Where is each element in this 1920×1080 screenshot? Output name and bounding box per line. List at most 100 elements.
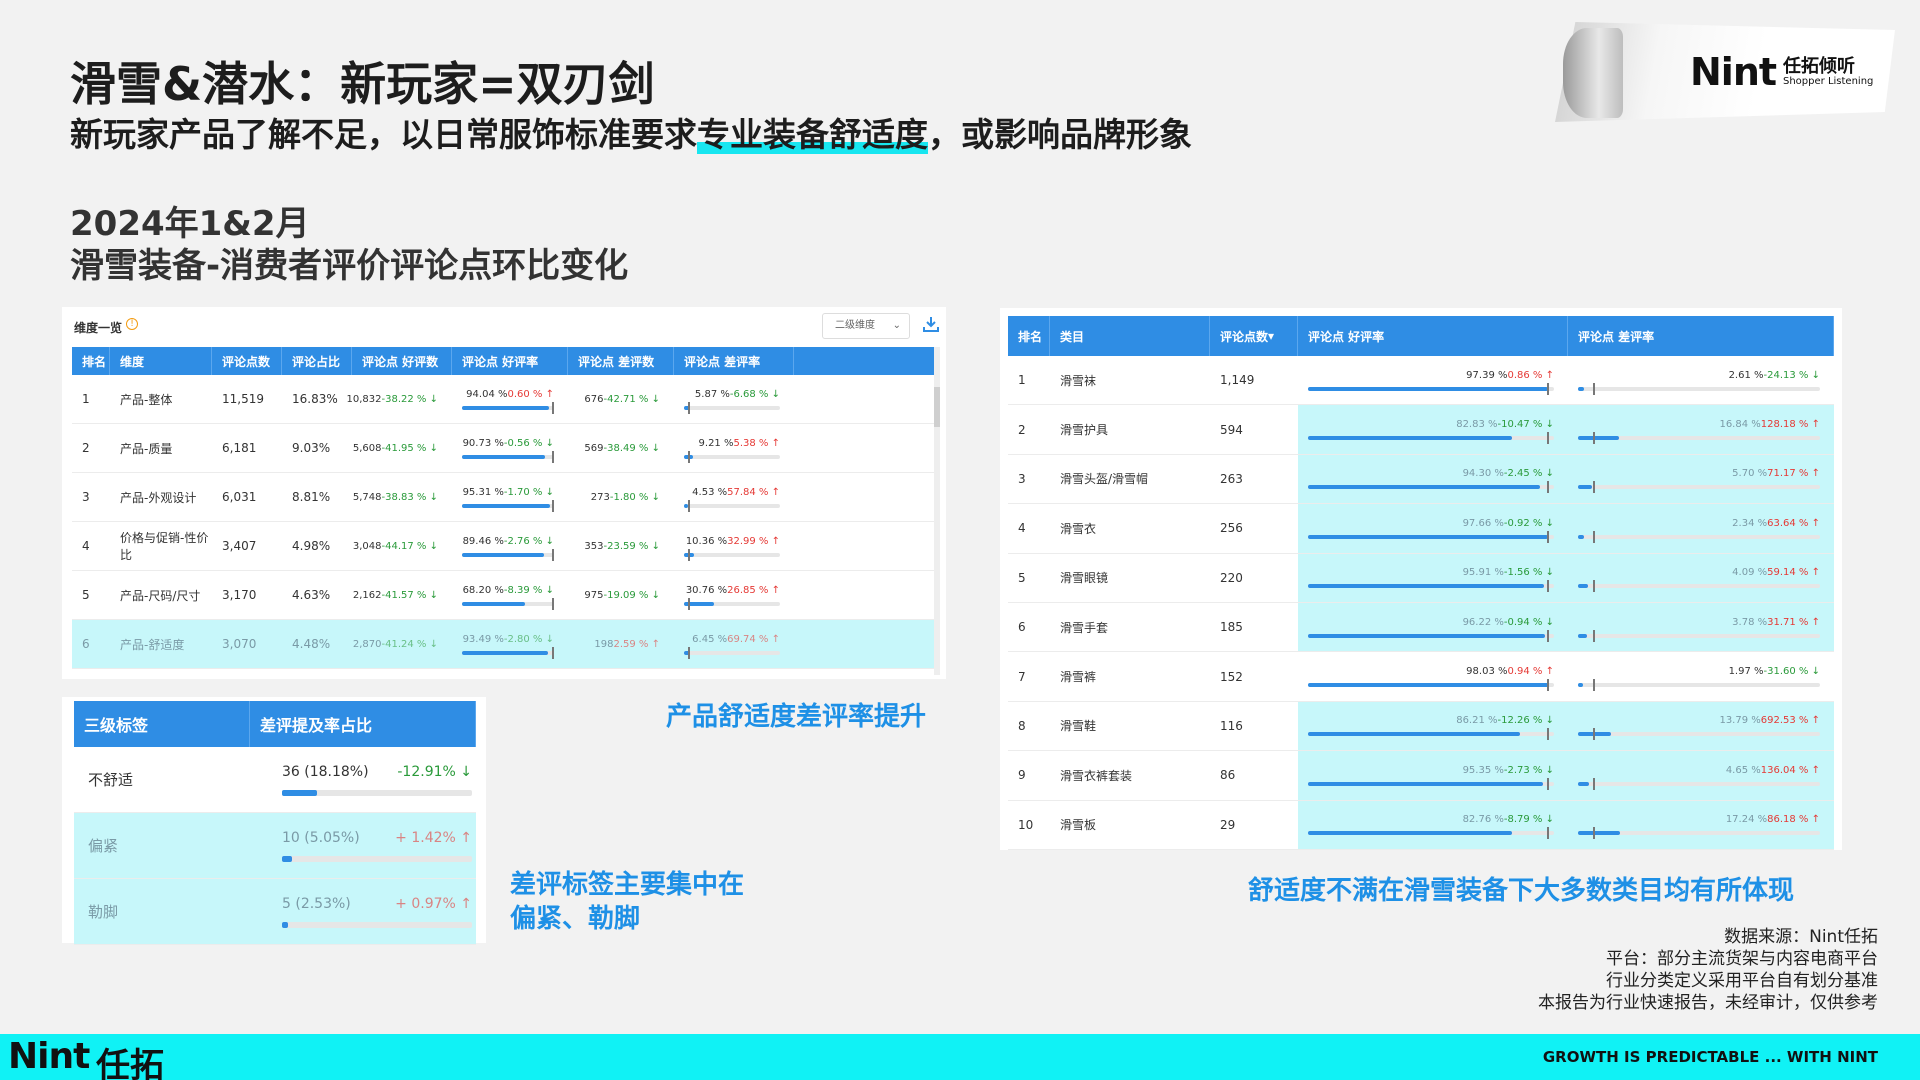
column-header[interactable]: 维度 — [110, 347, 212, 375]
table-row[interactable]: 6 滑雪手套 185 96.22 %-0.94 % ↓ 3.78 %31.71 % ↑ — [1008, 602, 1834, 653]
tag-bar-fill — [282, 921, 288, 928]
column-header[interactable]: 类目 — [1050, 316, 1210, 356]
logo-brand: Nint — [1690, 50, 1777, 94]
bad-count: 198 — [594, 638, 614, 650]
cell-count: 594 — [1220, 422, 1243, 437]
scrollbar[interactable] — [934, 347, 940, 675]
rate-value: 94.30 % — [1462, 468, 1504, 480]
cell-count: 220 — [1220, 570, 1243, 585]
cell-rank: 6 — [1018, 620, 1026, 635]
column-header[interactable]: 排名 — [72, 347, 110, 375]
cell-count: 11,519 — [222, 392, 264, 406]
tag-name: 偏紧 — [88, 837, 119, 855]
table-row[interactable]: 5 滑雪眼镜 220 95.91 %-1.56 % ↓ 4.09 %59.14 % ↑ — [1008, 553, 1834, 603]
column-header[interactable]: 评论点 好评率 — [1298, 316, 1568, 356]
bar-cell: 9.21 %5.38 % ↑ — [674, 424, 794, 472]
table-row[interactable]: 偏紧 10 (5.05%) + 1.42% ↑ — [74, 813, 476, 879]
cell-share: 4.48% — [292, 637, 331, 651]
column-header[interactable]: 评论点数 — [212, 347, 282, 375]
table-row[interactable]: 1 产品-整体 11,519 16.83% 10,832-38.22 % ↓ 94.04 … — [72, 375, 936, 424]
rate-bar-fill — [462, 405, 549, 410]
rate-bar-fill — [1308, 732, 1521, 737]
tag-mention-change: + 1.42% ↑ — [395, 829, 472, 846]
bar-cell: 10.36 %32.99 % ↑ — [674, 522, 794, 570]
rate-bar-track — [1578, 777, 1820, 790]
column-header[interactable]: 评论点数 ▾ — [1210, 316, 1298, 356]
column-header[interactable]: 三级标签 — [74, 701, 250, 747]
benchmark-marker — [1546, 679, 1549, 692]
dimension-table-panel: 维度一览 ! 二级维度 ⌄ 排名 维度 评论点数 评论占比 评论点 好评数 评论点 好评率… — [62, 307, 946, 679]
table-row[interactable]: 2 产品-质量 6,181 9.03% 5,608-41.95 % ↓ 90.73 %-0… — [72, 424, 936, 473]
column-header[interactable]: 评论点 差评数 — [568, 347, 674, 375]
benchmark-marker — [1592, 827, 1595, 840]
column-header[interactable]: 评论占比 — [282, 347, 352, 375]
table-row[interactable]: 6 产品-舒适度 3,070 4.48% 2,870-41.24 % ↓ 93.49 %-… — [72, 620, 936, 669]
tag-bar-track — [282, 921, 472, 928]
rate-bar-track — [462, 646, 555, 659]
bar-cell: 68.20 %-8.39 % ↓ — [452, 571, 568, 619]
bar-label: 97.66 %-0.92 % ↓ — [1463, 518, 1554, 529]
rate-value: 90.73 % — [462, 437, 504, 449]
table-row[interactable]: 7 滑雪裤 152 98.03 %0.94 % ↑ 1.97 %-31.60 % ↓ — [1008, 652, 1834, 702]
rate-change: 59.14 % ↑ — [1767, 567, 1820, 579]
table-row[interactable]: 10 滑雪板 29 82.76 %-8.79 % ↓ 17.24 %86.18 % ↑ — [1008, 800, 1834, 850]
cell-rank: 5 — [1018, 570, 1026, 585]
bar-label: 93.49 %-2.80 % ↓ — [463, 634, 554, 645]
table-row[interactable]: 不舒适 36 (18.18%) -12.91% ↓ — [74, 747, 476, 813]
cell-dim: 产品-尺码/尺寸 — [120, 588, 201, 603]
table-row[interactable]: 4 价格与促销-性价比 3,407 4.98% 3,048-44.17 % ↓ 89.46… — [72, 522, 936, 571]
scrollbar-thumb[interactable] — [934, 387, 940, 427]
column-header[interactable]: 评论点 好评率 — [452, 347, 568, 375]
bar-label: 13.79 %692.53 % ↑ — [1719, 715, 1820, 726]
table-row[interactable]: 2 滑雪护具 594 82.83 %-10.47 % ↓ 16.84 %128.18 %… — [1008, 405, 1834, 455]
column-header[interactable]: 评论点 差评率 — [674, 347, 794, 375]
table-row[interactable]: 1 滑雪袜 1,149 97.39 %0.86 % ↑ 2.61 %-24.13 % ↓ — [1008, 356, 1834, 406]
tag-bar-fill — [282, 789, 317, 796]
column-header[interactable]: 差评提及率占比 — [250, 701, 476, 747]
good-count-change: -38.22 % ↓ — [381, 393, 438, 405]
rate-bar-fill — [1578, 534, 1584, 539]
column-header[interactable]: 排名 — [1008, 316, 1050, 356]
bar-cell: 94.30 %-2.45 % ↓ — [1298, 454, 1568, 504]
bar-cell: 95.35 %-2.73 % ↓ — [1298, 751, 1568, 800]
good-count-change: -41.95 % ↓ — [381, 442, 438, 454]
bar-cell: 97.66 %-0.92 % ↓ — [1298, 504, 1568, 553]
column-header[interactable]: 评论点 好评数 — [352, 347, 452, 375]
dimension-level-select[interactable]: 二级维度 ⌄ — [822, 313, 910, 339]
section-title: 滑雪装备-消费者评价评论点环比变化 — [70, 246, 629, 286]
good-count-cell: 10,832-38.22 % ↓ — [347, 375, 452, 423]
table-row[interactable]: 9 滑雪衣裤套装 86 95.35 %-2.73 % ↓ 4.65 %136.04 % … — [1008, 751, 1834, 801]
rate-change: 71.17 % ↑ — [1767, 468, 1820, 480]
good-count: 2,162 — [352, 589, 382, 601]
bar-cell: 95.31 %-1.70 % ↓ — [452, 473, 568, 521]
rate-value: 2.34 % — [1732, 517, 1768, 529]
rate-value: 16.84 % — [1719, 419, 1761, 431]
rate-value: 9.21 % — [698, 437, 734, 449]
tag-mention-value: 5 (2.53%) — [282, 895, 351, 912]
table-row[interactable]: 3 产品-外观设计 6,031 8.81% 5,748-38.83 % ↓ 95.31 %… — [72, 473, 936, 522]
good-count-label: 3,048-44.17 % ↓ — [353, 541, 438, 552]
benchmark-marker — [1592, 580, 1595, 593]
bar-cell: 96.22 %-0.94 % ↓ — [1298, 602, 1568, 652]
rate-value: 3.78 % — [1732, 616, 1768, 628]
cell-count: 86 — [1220, 768, 1236, 783]
table-row[interactable]: 8 滑雪鞋 116 86.21 %-12.26 % ↓ 13.79 %692.53 % … — [1008, 701, 1834, 752]
bar-label: 17.24 %86.18 % ↑ — [1726, 814, 1820, 825]
sort-desc-icon[interactable]: ▾ — [1268, 329, 1274, 343]
column-header-label: 评论点数 — [1220, 329, 1269, 344]
bar-cell: 98.03 %0.94 % ↑ — [1298, 652, 1568, 700]
table-row[interactable]: 5 产品-尺码/尺寸 3,170 4.63% 2,162-41.57 % ↓ 68.20 … — [72, 571, 936, 620]
rate-bar-fill — [1578, 485, 1592, 490]
download-icon[interactable] — [922, 315, 940, 333]
table-row[interactable]: 4 滑雪衣 256 97.66 %-0.92 % ↓ 2.34 %63.64 % ↑ — [1008, 504, 1834, 554]
bar-cell: 82.76 %-8.79 % ↓ — [1298, 800, 1568, 849]
info-icon[interactable]: ! — [126, 318, 138, 330]
table-row[interactable]: 3 滑雪头盔/滑雪帽 263 94.30 %-2.45 % ↓ 5.70 %71.17 … — [1008, 454, 1834, 505]
column-header[interactable]: 评论点 差评率 — [1568, 316, 1834, 356]
rate-bar-track — [1308, 432, 1554, 445]
bad-count-label: 676-42.71 % ↓ — [584, 394, 660, 405]
bad-count: 273 — [590, 491, 610, 503]
rate-bar-track — [1308, 777, 1554, 790]
table-row[interactable]: 勒脚 5 (2.53%) + 0.97% ↑ — [74, 879, 476, 945]
rate-value: 97.39 % — [1466, 369, 1508, 381]
